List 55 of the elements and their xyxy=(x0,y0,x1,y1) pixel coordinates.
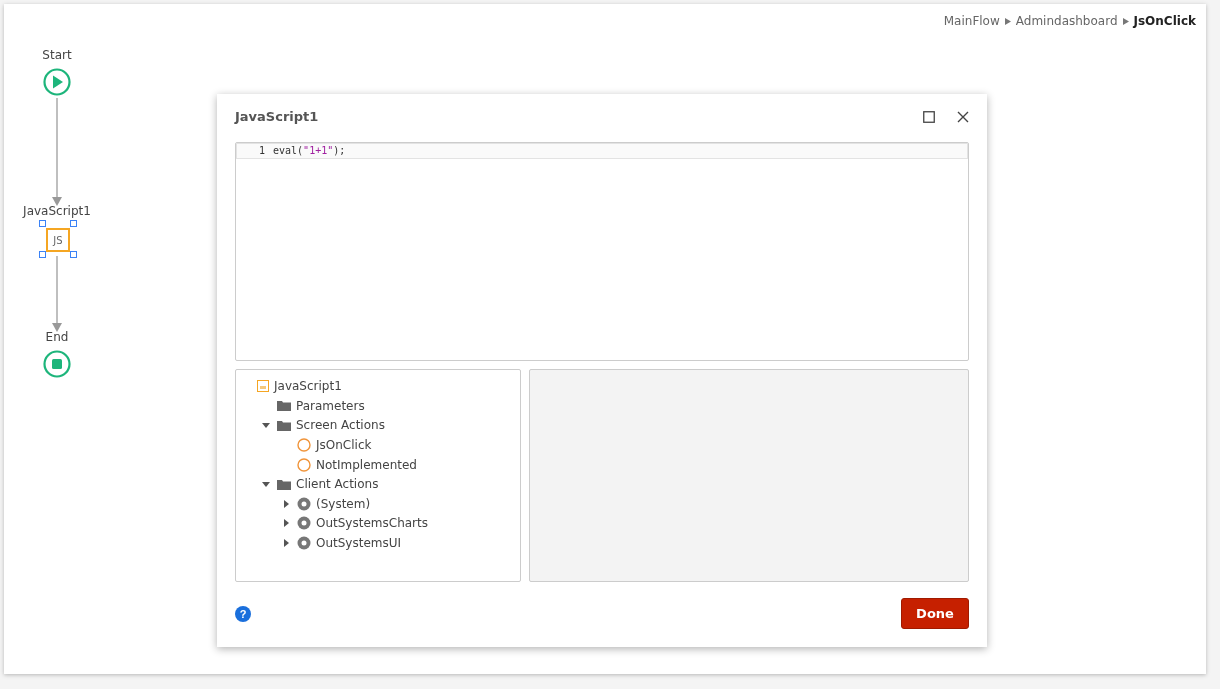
tree-item[interactable]: Client Actions xyxy=(242,474,514,494)
help-button[interactable]: ? xyxy=(235,605,251,622)
caret-icon[interactable] xyxy=(282,539,290,547)
maximize-button[interactable] xyxy=(923,110,935,123)
caret-icon[interactable] xyxy=(282,519,290,528)
tree-item[interactable]: OutSystemsCharts xyxy=(242,513,514,534)
stop-icon[interactable] xyxy=(43,350,71,378)
tree-item-label: Parameters xyxy=(296,398,365,413)
tree-item-label: OutSystemsUI xyxy=(316,536,402,550)
tree-item[interactable]: (System) xyxy=(242,494,514,514)
code-editor[interactable]: 1 eval("1+1"); xyxy=(235,141,969,362)
folder-icon xyxy=(277,478,291,490)
resize-handle[interactable] xyxy=(70,220,77,227)
close-button[interactable] xyxy=(957,110,969,123)
tree-item-label: OutSystemsCharts xyxy=(316,516,428,531)
script-node[interactable]: JS xyxy=(46,228,70,252)
tree-item[interactable]: Screen Actions xyxy=(242,415,514,436)
node-label: JavaScript1 xyxy=(23,204,91,218)
caret-icon[interactable] xyxy=(262,421,270,430)
tree-item-label: JavaScript1 xyxy=(274,379,342,394)
folder-icon xyxy=(277,400,291,412)
code-line: eval("1+1"); xyxy=(273,145,346,157)
resize-handle[interactable] xyxy=(39,220,46,227)
tree-item-label: JsOnClick xyxy=(316,438,372,453)
breadcrumb-link[interactable]: MainFlow xyxy=(943,14,1000,28)
tree-item[interactable]: NotImplemented xyxy=(242,454,514,475)
tree-item-label: NotImplemented xyxy=(316,457,417,472)
folder-icon xyxy=(277,419,291,431)
tree-item[interactable]: OutSystemsUI xyxy=(242,533,514,553)
circle-icon xyxy=(297,457,311,472)
module-icon xyxy=(297,496,311,511)
dialog-title: JavaScript1 xyxy=(235,109,320,125)
module-icon xyxy=(297,516,311,531)
module-icon xyxy=(297,536,311,550)
breadcrumb-link[interactable]: JsOnClick xyxy=(1133,14,1196,28)
tree-item-label: Client Actions xyxy=(296,477,379,492)
caret-icon xyxy=(1004,17,1011,25)
caret-icon xyxy=(1122,17,1129,25)
resize-handle[interactable] xyxy=(39,251,46,258)
tree-item[interactable]: JsOnClick xyxy=(242,435,514,455)
caret-icon[interactable] xyxy=(282,499,290,508)
caret-icon[interactable] xyxy=(262,480,270,489)
resize-handle[interactable] xyxy=(70,251,77,258)
start-icon[interactable] xyxy=(43,68,71,96)
breadcrumb-link[interactable]: Admindashboard xyxy=(1015,14,1118,28)
tree-item-label: (System) xyxy=(316,496,371,511)
tree-item[interactable]: Parameters xyxy=(242,396,514,416)
line-number: 1 xyxy=(257,145,266,157)
circle-icon xyxy=(297,438,311,453)
tree-item[interactable]: JavaScript1 xyxy=(242,376,514,397)
node-label: Start xyxy=(42,48,72,62)
tree-item-label: Screen Actions xyxy=(296,418,385,433)
node-label: End xyxy=(45,330,69,344)
script-icon xyxy=(257,380,269,393)
done-button[interactable]: Done xyxy=(901,598,969,629)
